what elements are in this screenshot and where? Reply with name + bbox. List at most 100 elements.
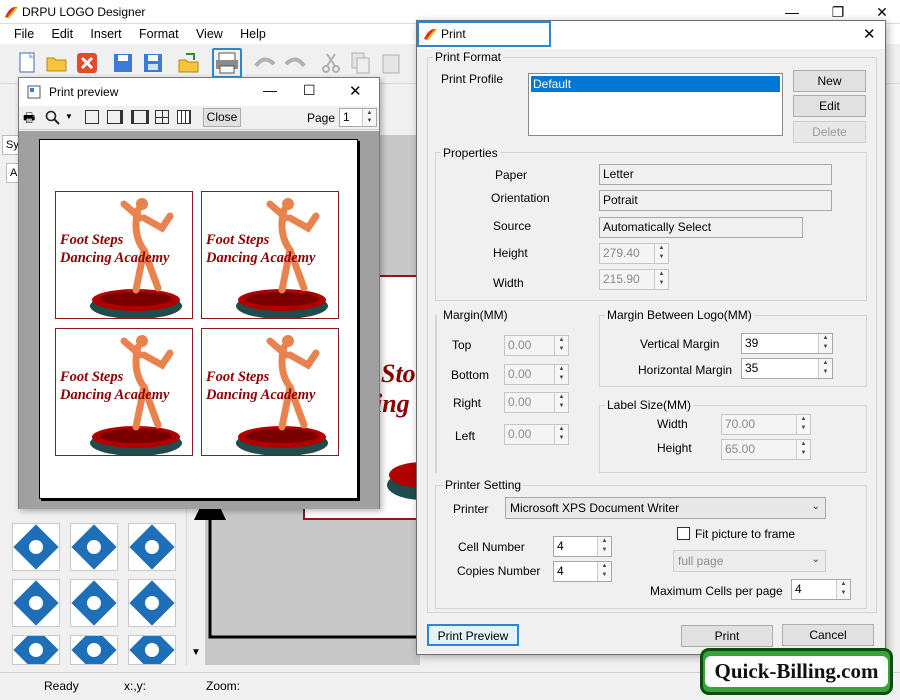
spin-arrows-icon[interactable]: ▲ ▼ xyxy=(836,580,850,599)
print-icon[interactable] xyxy=(212,48,242,78)
new-file-icon[interactable] xyxy=(14,50,40,76)
canvas-text-1: Sto xyxy=(381,359,416,388)
cancel-button[interactable]: Cancel xyxy=(782,624,874,646)
watermark-text: Quick-Billing.com xyxy=(704,656,889,687)
edit-profile-button[interactable]: Edit xyxy=(793,95,866,117)
label-height-input[interactable]: 65.00 ▲ ▼ xyxy=(721,439,811,460)
horizontal-margin-input[interactable]: 35 ▲ ▼ xyxy=(741,358,833,379)
print-preview-button[interactable]: Print Preview xyxy=(427,624,519,646)
margin-right-value: 0.00 xyxy=(508,395,532,409)
fit-picture-checkbox[interactable] xyxy=(677,527,690,540)
vertical-margin-input[interactable]: 39 ▲ ▼ xyxy=(741,333,833,354)
spin-arrows-icon[interactable]: ▲ ▼ xyxy=(554,425,568,444)
source-label: Source xyxy=(493,219,532,233)
symbol-tile[interactable] xyxy=(128,635,176,665)
cell-number-input[interactable]: 4 ▲ ▼ xyxy=(553,536,612,557)
three-pages-icon[interactable] xyxy=(131,110,149,124)
preview-label-card: Foot Steps Dancing Academy xyxy=(55,191,193,319)
symbol-tile[interactable] xyxy=(12,635,60,665)
fit-mode-select[interactable]: full page ⌄ xyxy=(673,550,826,572)
six-pages-icon[interactable] xyxy=(177,110,191,124)
margin-top-label: Top xyxy=(452,338,472,352)
symbol-tile[interactable] xyxy=(128,579,176,627)
preview-print-icon[interactable]: 🖶 xyxy=(23,109,35,131)
printer-select[interactable]: Microsoft XPS Document Writer ⌄ xyxy=(505,497,826,519)
paper-field[interactable]: Letter xyxy=(599,164,832,185)
preview-maximize-button[interactable]: ☐ xyxy=(303,82,316,99)
horizontal-margin-label: Horizontal Margin xyxy=(638,363,733,377)
preview-minimize-button[interactable]: — xyxy=(263,82,277,98)
profile-item-default[interactable]: Default xyxy=(531,76,780,92)
copies-number-input[interactable]: 4 ▲ ▼ xyxy=(553,561,612,582)
card-title-line: Foot Steps xyxy=(206,232,270,248)
spin-arrows-icon[interactable]: ▲ ▼ xyxy=(554,365,568,384)
menu-view[interactable]: View xyxy=(196,27,223,41)
menu-file[interactable]: File xyxy=(14,27,34,41)
margin-left-label: Left xyxy=(455,429,476,443)
preview-close-x-button[interactable]: ✕ xyxy=(349,82,362,100)
status-zoom: Zoom: xyxy=(206,679,241,693)
redo-icon[interactable] xyxy=(282,50,308,76)
delete-profile-button[interactable]: Delete xyxy=(793,121,866,143)
one-page-icon[interactable] xyxy=(85,110,99,124)
spin-arrows-icon[interactable]: ▲ ▼ xyxy=(654,270,668,289)
two-pages-icon[interactable] xyxy=(107,110,123,124)
page-spin-icon[interactable]: ▲ ▼ xyxy=(362,109,376,126)
properties-title: Properties xyxy=(441,146,500,160)
spin-arrows-icon[interactable]: ▲ ▼ xyxy=(796,440,810,459)
card-title-line: Foot Steps xyxy=(60,369,124,385)
save-icon[interactable] xyxy=(110,50,136,76)
label-width-input[interactable]: 70.00 ▲ ▼ xyxy=(721,414,811,435)
symbol-tile[interactable] xyxy=(12,579,60,627)
spin-arrows-icon[interactable]: ▲ ▼ xyxy=(818,334,832,353)
dancer-icon xyxy=(120,335,174,431)
spin-arrows-icon[interactable]: ▲ ▼ xyxy=(554,393,568,412)
spin-arrows-icon[interactable]: ▲ ▼ xyxy=(597,537,611,556)
page-number-input[interactable]: 1 ▲ ▼ xyxy=(339,108,377,127)
print-dialog-close-icon[interactable]: ✕ xyxy=(863,25,876,43)
new-profile-button[interactable]: New xyxy=(793,70,866,92)
margin-top-input[interactable]: 0.00 ▲ ▼ xyxy=(504,335,569,356)
margin-bottom-input[interactable]: 0.00 ▲ ▼ xyxy=(504,364,569,385)
zoom-icon[interactable] xyxy=(45,110,61,126)
export-icon[interactable] xyxy=(176,50,202,76)
spin-arrows-icon[interactable]: ▲ ▼ xyxy=(796,415,810,434)
menu-format[interactable]: Format xyxy=(139,27,179,41)
source-field[interactable]: Automatically Select xyxy=(599,217,803,238)
margin-left-input[interactable]: 0.00 ▲ ▼ xyxy=(504,424,569,445)
paper-height-input[interactable]: 279.40 ▲ ▼ xyxy=(599,243,669,264)
paper-height-label: Height xyxy=(493,246,528,260)
copy-icon[interactable] xyxy=(348,50,374,76)
open-folder-icon[interactable] xyxy=(44,50,70,76)
save-as-icon[interactable] xyxy=(140,50,166,76)
print-profile-list[interactable]: Default xyxy=(528,73,783,136)
close-document-icon[interactable] xyxy=(74,50,100,76)
menu-help[interactable]: Help xyxy=(240,27,266,41)
symbol-tile[interactable] xyxy=(70,523,118,571)
max-cells-input[interactable]: 4 ▲ ▼ xyxy=(791,579,851,600)
four-pages-icon[interactable] xyxy=(155,110,169,124)
paper-width-input[interactable]: 215.90 ▲ ▼ xyxy=(599,269,669,290)
spin-arrows-icon[interactable]: ▲ ▼ xyxy=(554,336,568,355)
symbol-tile[interactable] xyxy=(70,635,118,665)
zoom-dropdown-icon[interactable]: ▼ xyxy=(65,112,73,121)
spin-arrows-icon[interactable]: ▲ ▼ xyxy=(818,359,832,378)
print-dialog: Print ✕ Print Format Print Profile Defau… xyxy=(416,20,886,655)
undo-icon[interactable] xyxy=(252,50,278,76)
menu-insert[interactable]: Insert xyxy=(90,27,121,41)
margin-right-label: Right xyxy=(453,396,482,410)
paste-icon[interactable] xyxy=(378,50,404,76)
label-width-value: 70.00 xyxy=(725,417,756,431)
symbol-tile[interactable] xyxy=(70,579,118,627)
cut-icon[interactable] xyxy=(318,50,344,76)
symbol-tile[interactable] xyxy=(12,523,60,571)
orientation-field[interactable]: Potrait xyxy=(599,190,832,211)
menu-edit[interactable]: Edit xyxy=(52,27,74,41)
spin-arrows-icon[interactable]: ▲ ▼ xyxy=(654,244,668,263)
margin-right-input[interactable]: 0.00 ▲ ▼ xyxy=(504,392,569,413)
print-button[interactable]: Print xyxy=(681,625,773,647)
symbol-tile[interactable] xyxy=(128,523,176,571)
preview-close-button[interactable]: Close xyxy=(203,108,241,127)
spin-arrows-icon[interactable]: ▲ ▼ xyxy=(597,562,611,581)
chevron-down-icon: ⌄ xyxy=(811,554,820,565)
